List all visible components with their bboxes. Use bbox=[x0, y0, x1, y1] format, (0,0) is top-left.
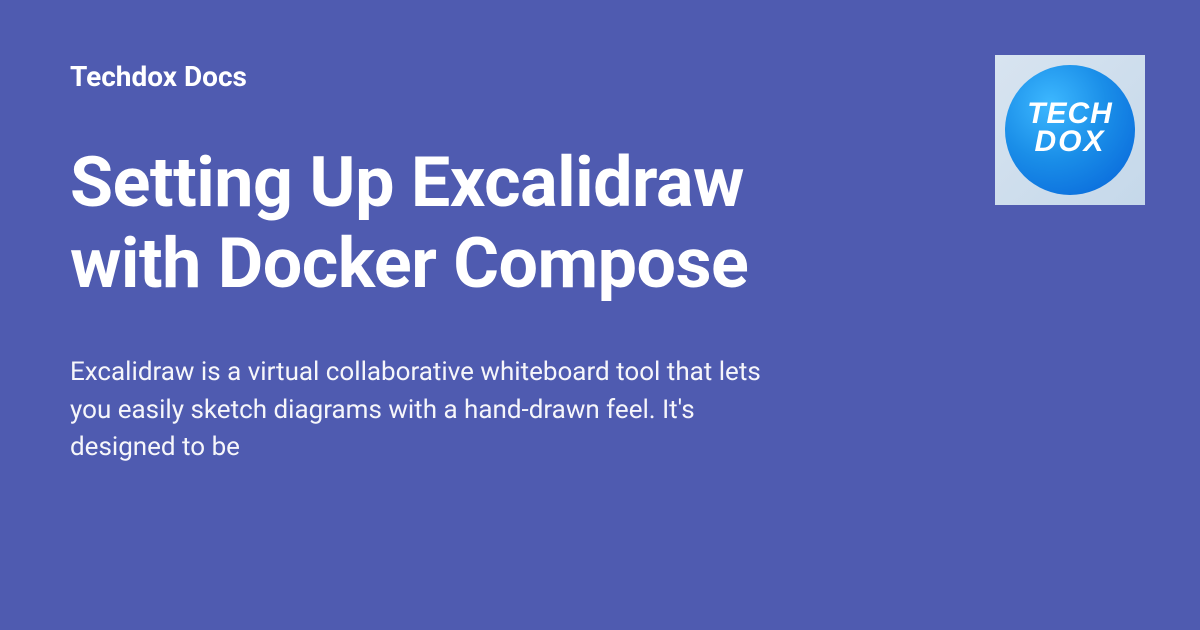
brand-logo: TECH DOX bbox=[995, 55, 1145, 205]
page-description: Excalidraw is a virtual collaborative wh… bbox=[70, 354, 780, 467]
main-content: Techdox Docs Setting Up Excalidraw with … bbox=[0, 0, 850, 527]
logo-circle: TECH DOX bbox=[1005, 65, 1135, 195]
page-title: Setting Up Excalidraw with Docker Compos… bbox=[70, 143, 780, 304]
site-name: Techdox Docs bbox=[70, 60, 780, 93]
logo-text-line2: DOX bbox=[1034, 128, 1105, 157]
logo-text-line1: TECH bbox=[1027, 100, 1113, 129]
